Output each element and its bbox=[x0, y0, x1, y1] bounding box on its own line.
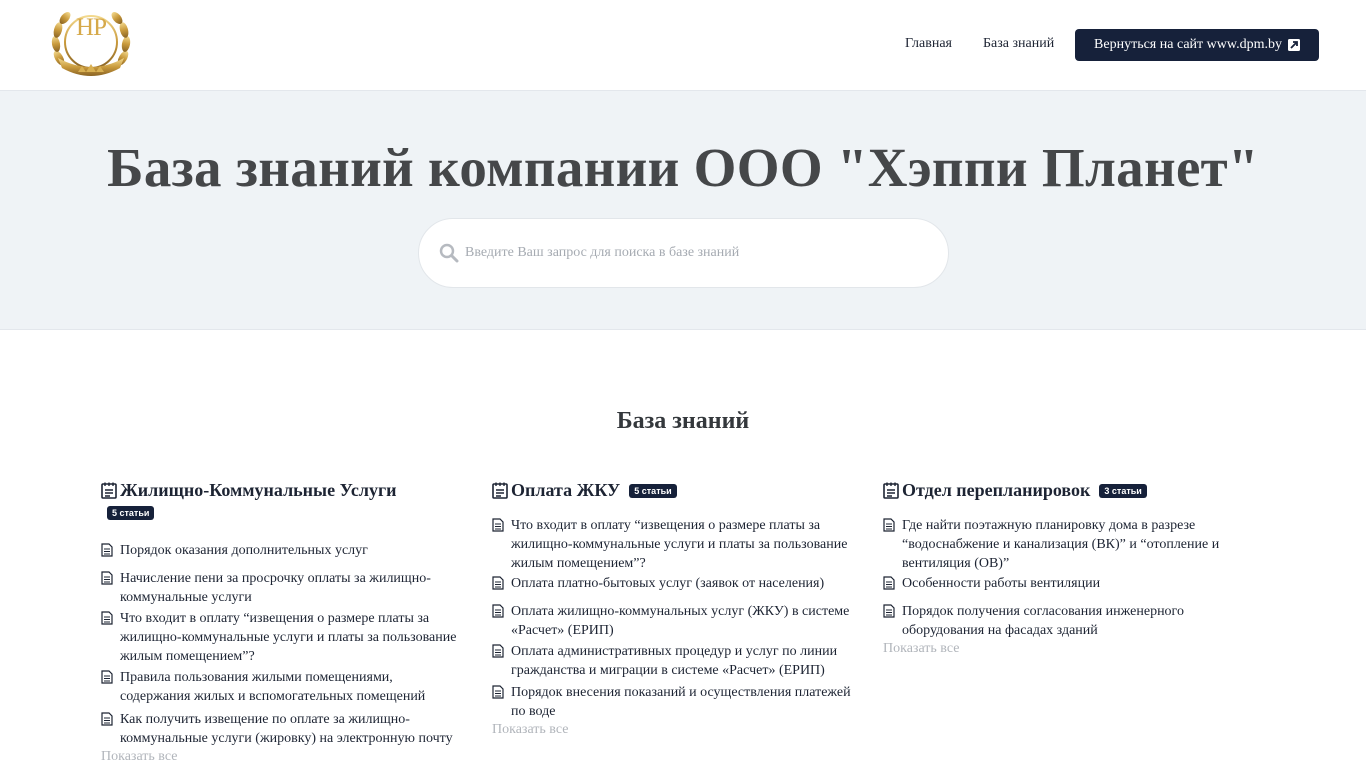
article-title: Оплата платно-бытовых услуг (заявок от н… bbox=[511, 576, 825, 591]
document-icon bbox=[101, 670, 113, 684]
hero-section: База знаний компании ООО "Хэппи Планет" bbox=[0, 91, 1366, 330]
article-title: Порядок внесения показаний и осуществлен… bbox=[511, 685, 851, 719]
show-all-link[interactable]: Показать все bbox=[492, 722, 852, 738]
search-input[interactable] bbox=[465, 245, 925, 261]
document-icon bbox=[101, 611, 113, 625]
document-icon bbox=[101, 543, 113, 557]
category-icon bbox=[883, 482, 899, 499]
article-link[interactable]: Начисление пени за просрочку оплаты за ж… bbox=[101, 569, 461, 607]
category-icon bbox=[101, 482, 117, 499]
document-icon bbox=[492, 685, 504, 699]
article-title: Оплата жилищно-коммунальных услуг (ЖКУ) … bbox=[511, 604, 850, 638]
search-icon bbox=[439, 243, 459, 263]
back-to-site-button[interactable]: Вернуться на сайт www.dpm.by bbox=[1075, 29, 1319, 61]
article-link[interactable]: Правила пользования жилыми помещениями, … bbox=[101, 668, 461, 706]
back-to-site-label: Вернуться на сайт www.dpm.by bbox=[1094, 37, 1282, 52]
page-title: База знаний компании ООО "Хэппи Планет" bbox=[107, 137, 1259, 198]
document-icon bbox=[883, 518, 895, 532]
logo-text: HP bbox=[76, 14, 107, 41]
article-link[interactable]: Как получить извещение по оплате за жили… bbox=[101, 710, 461, 748]
category-utility-payments: Оплата ЖКУ 5 статьи Что входит в оплату … bbox=[492, 480, 852, 738]
document-icon bbox=[883, 604, 895, 618]
article-link[interactable]: Порядок получения согласования инженерно… bbox=[883, 602, 1243, 640]
document-icon bbox=[883, 576, 895, 590]
article-link[interactable]: Оплата жилищно-коммунальных услуг (ЖКУ) … bbox=[492, 602, 852, 640]
category-redevelopment: Отдел перепланировок 3 статьи Где найти … bbox=[883, 480, 1243, 657]
category-header: Жилищно-Коммунальные Услуги bbox=[101, 480, 461, 501]
category-housing-services: Жилищно-Коммунальные Услуги 5 статьи Пор… bbox=[101, 480, 461, 765]
article-title: Порядок получения согласования инженерно… bbox=[902, 604, 1184, 638]
article-count-badge: 3 статьи bbox=[1099, 484, 1147, 498]
nav-link-knowledge-base[interactable]: База знаний bbox=[983, 36, 1054, 52]
article-link[interactable]: Особенности работы вентиляции bbox=[883, 574, 1243, 593]
article-link[interactable]: Порядок внесения показаний и осуществлен… bbox=[492, 683, 852, 721]
article-title: Где найти поэтажную планировку дома в ра… bbox=[902, 518, 1220, 571]
site-header: HP Главная База знаний Вернуться на сайт… bbox=[0, 0, 1366, 91]
category-title[interactable]: Отдел перепланировок bbox=[902, 480, 1090, 501]
article-link[interactable]: Оплата административных процедур и услуг… bbox=[492, 642, 852, 680]
article-link[interactable]: Порядок оказания дополнительных услуг bbox=[101, 541, 461, 560]
article-title: Как получить извещение по оплате за жили… bbox=[120, 712, 453, 746]
article-title: Особенности работы вентиляции bbox=[902, 576, 1101, 591]
article-link[interactable]: Что входит в оплату “извещения о размере… bbox=[492, 516, 852, 573]
document-icon bbox=[492, 576, 504, 590]
article-count-badge: 5 статьи bbox=[107, 506, 155, 520]
document-icon bbox=[492, 604, 504, 618]
document-icon bbox=[492, 518, 504, 532]
show-all-link[interactable]: Показать все bbox=[101, 749, 461, 765]
section-title: База знаний bbox=[616, 408, 750, 434]
article-title: Что входит в оплату “извещения о размере… bbox=[120, 611, 457, 664]
article-title: Что входит в оплату “извещения о размере… bbox=[511, 518, 848, 571]
article-title: Правила пользования жилыми помещениями, … bbox=[120, 670, 426, 704]
document-icon bbox=[101, 712, 113, 726]
article-count-badge: 5 статьи bbox=[629, 484, 677, 498]
article-title: Оплата административных процедур и услуг… bbox=[511, 644, 838, 678]
show-all-link[interactable]: Показать все bbox=[883, 641, 1243, 657]
category-header: Оплата ЖКУ 5 статьи bbox=[492, 480, 852, 501]
article-link[interactable]: Что входит в оплату “извещения о размере… bbox=[101, 609, 461, 666]
category-title[interactable]: Жилищно-Коммунальные Услуги bbox=[120, 480, 397, 501]
search-box[interactable] bbox=[418, 218, 949, 288]
category-icon bbox=[492, 482, 508, 499]
nav-link-home[interactable]: Главная bbox=[905, 36, 952, 52]
article-link[interactable]: Оплата платно-бытовых услуг (заявок от н… bbox=[492, 574, 852, 593]
category-header: Отдел перепланировок 3 статьи bbox=[883, 480, 1243, 501]
category-title[interactable]: Оплата ЖКУ bbox=[511, 480, 620, 501]
article-link[interactable]: Где найти поэтажную планировку дома в ра… bbox=[883, 516, 1243, 573]
document-icon bbox=[101, 571, 113, 585]
document-icon bbox=[492, 644, 504, 658]
external-link-icon bbox=[1287, 39, 1300, 51]
article-title: Порядок оказания дополнительных услуг bbox=[120, 543, 368, 558]
article-title: Начисление пени за просрочку оплаты за ж… bbox=[120, 571, 431, 605]
